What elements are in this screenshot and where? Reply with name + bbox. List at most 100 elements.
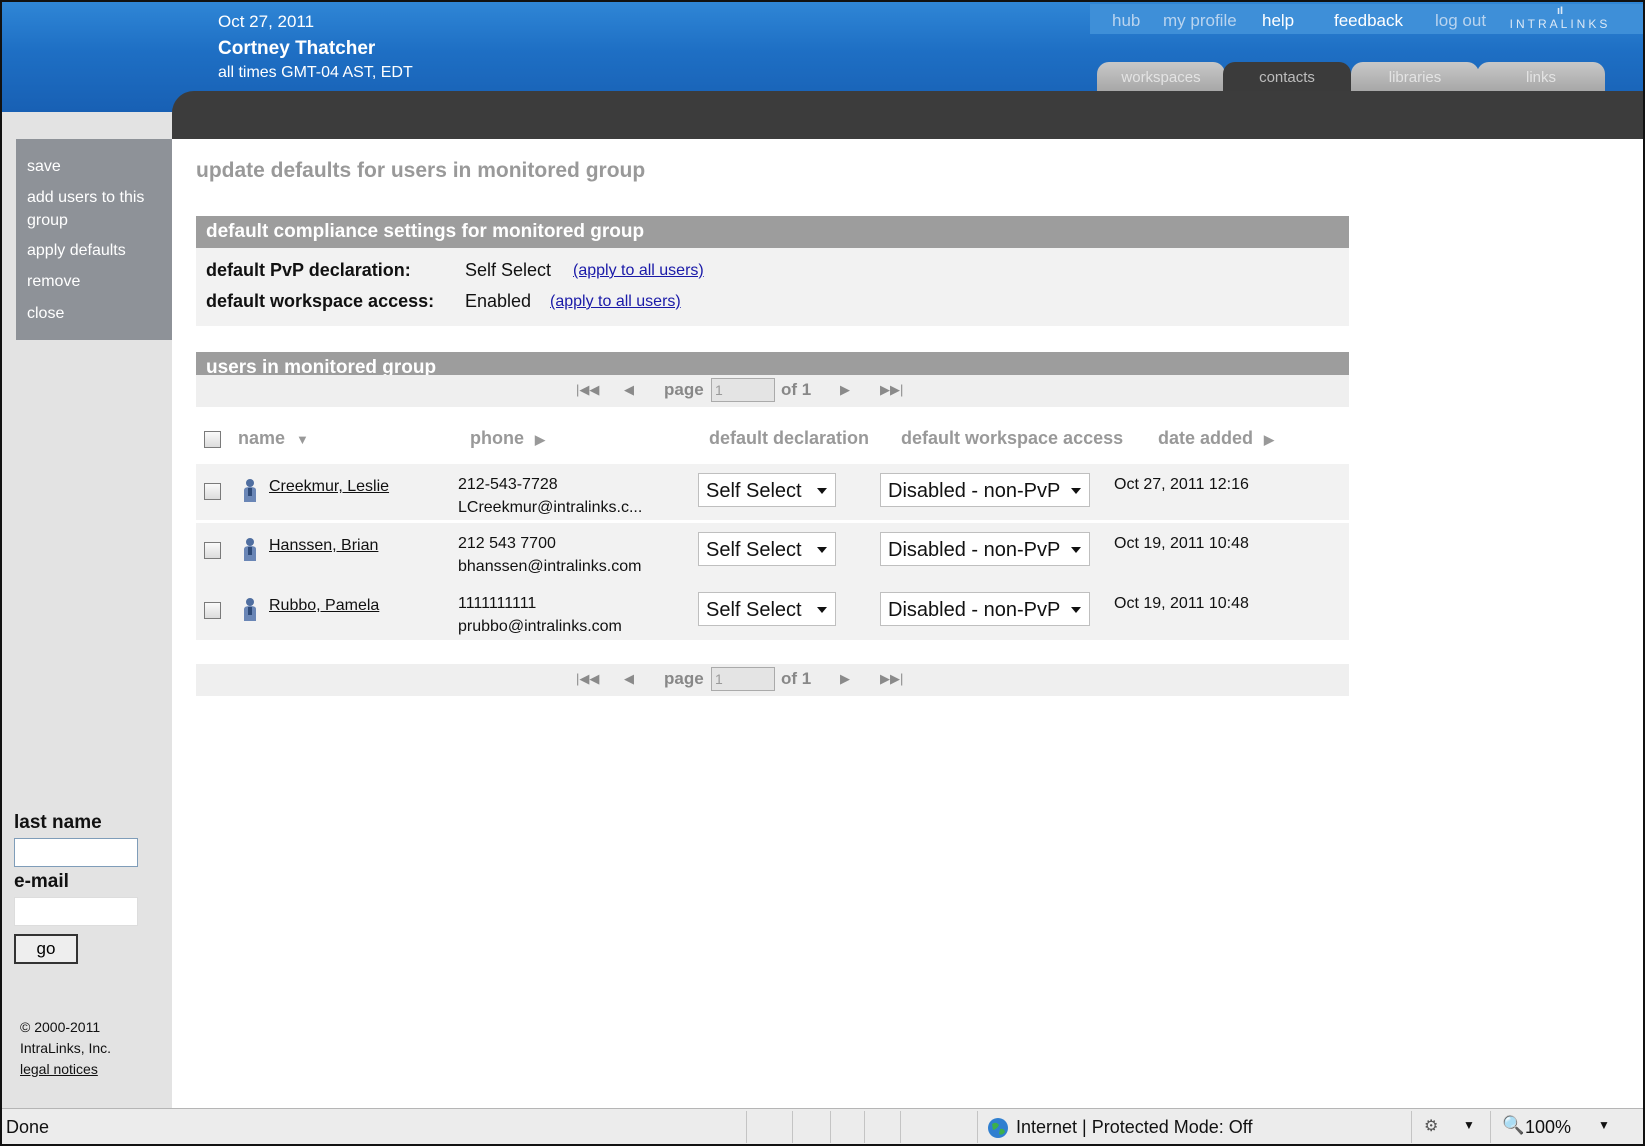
pager-top: |◀◀ ◀ page of 1 ▶ ▶▶| bbox=[196, 375, 1349, 407]
user-icon bbox=[244, 479, 256, 502]
compliance-section-header: default compliance settings for monitore… bbox=[196, 216, 1349, 248]
user-name-link[interactable]: Hanssen, Brian bbox=[269, 537, 378, 555]
intralinks-logo: ıΙ INTRALINKS bbox=[1505, 6, 1615, 36]
add-users-action[interactable]: add users to this group bbox=[27, 186, 167, 232]
user-email: bhanssen@intralinks.com bbox=[458, 558, 642, 575]
apply-pvp-link[interactable]: (apply to all users) bbox=[573, 262, 704, 280]
user-phone: 212-543-7728 bbox=[458, 476, 558, 493]
first-page-icon[interactable]: |◀◀ bbox=[576, 382, 599, 398]
tab-libraries[interactable]: libraries bbox=[1351, 62, 1479, 92]
workspace-access-select[interactable]: Disabled - non-PvP bbox=[880, 473, 1090, 507]
dropdown-arrow-icon bbox=[817, 547, 827, 553]
declaration-select[interactable]: Self Select bbox=[698, 592, 836, 626]
zoom-icon: 🔍 bbox=[1502, 1115, 1525, 1135]
dropdown-arrow-icon bbox=[1071, 547, 1081, 553]
sort-down-icon: ▼ bbox=[296, 432, 309, 447]
declaration-select[interactable]: Self Select bbox=[698, 532, 836, 566]
page-count: of 1 bbox=[781, 669, 812, 688]
page-label: page bbox=[664, 669, 704, 688]
column-declaration[interactable]: default declaration bbox=[709, 428, 869, 449]
declaration-select[interactable]: Self Select bbox=[698, 473, 836, 507]
page-count: of 1 bbox=[781, 380, 812, 399]
user-icon bbox=[244, 538, 256, 561]
legal-notices-link[interactable]: legal notices bbox=[20, 1059, 111, 1080]
dropdown-arrow-icon bbox=[1071, 607, 1081, 613]
column-date-added[interactable]: date added ▶ bbox=[1158, 428, 1274, 449]
feedback-link[interactable]: feedback bbox=[1334, 11, 1403, 31]
globe-icon bbox=[988, 1118, 1008, 1138]
dropdown-arrow-icon bbox=[817, 607, 827, 613]
tab-content-bar bbox=[172, 91, 1643, 139]
header-date: Oct 27, 2011 bbox=[218, 12, 315, 31]
remove-action[interactable]: remove bbox=[27, 270, 167, 293]
dropdown-arrow-icon bbox=[1071, 488, 1081, 494]
table-row: Hanssen, Brian 212 543 7700 bhanssen@int… bbox=[196, 523, 1349, 583]
protected-mode-icon[interactable]: ⚙ bbox=[1424, 1116, 1438, 1136]
workspace-access-value: Enabled bbox=[465, 291, 532, 311]
pvp-declaration-value: Self Select bbox=[465, 260, 552, 280]
page-number-input[interactable] bbox=[711, 378, 775, 402]
security-zone: Internet | Protected Mode: Off bbox=[1016, 1117, 1253, 1137]
save-action[interactable]: save bbox=[27, 155, 167, 178]
tab-links[interactable]: links bbox=[1477, 62, 1605, 92]
select-all-checkbox[interactable] bbox=[204, 431, 221, 448]
email-label: e-mail bbox=[14, 871, 69, 892]
prev-page-icon[interactable]: ◀ bbox=[624, 671, 634, 687]
go-button[interactable]: go bbox=[14, 934, 78, 964]
tab-contacts[interactable]: contacts bbox=[1223, 62, 1351, 92]
user-email: LCreekmur@intralinks.c... bbox=[458, 499, 643, 516]
pager-bottom: |◀◀ ◀ page of 1 ▶ ▶▶| bbox=[196, 664, 1349, 696]
header-info: Oct 27, 2011 Cortney Thatcher all times … bbox=[218, 12, 413, 82]
user-date-added: Oct 19, 2011 10:48 bbox=[1114, 595, 1249, 612]
workspace-access-label: default workspace access: bbox=[206, 291, 435, 311]
row-checkbox[interactable] bbox=[204, 602, 221, 619]
copyright: © 2000-2011 IntraLinks, Inc. legal notic… bbox=[20, 1017, 111, 1080]
column-phone[interactable]: phone ▶ bbox=[470, 428, 545, 449]
user-date-added: Oct 27, 2011 12:16 bbox=[1114, 476, 1249, 493]
my-profile-link[interactable]: my profile bbox=[1163, 11, 1237, 31]
last-page-icon[interactable]: ▶▶| bbox=[880, 671, 903, 687]
column-name[interactable]: name ▼ bbox=[238, 428, 309, 449]
sort-right-icon: ▶ bbox=[1264, 432, 1275, 447]
user-date-added: Oct 19, 2011 10:48 bbox=[1114, 535, 1249, 552]
row-checkbox[interactable] bbox=[204, 483, 221, 500]
sort-right-icon: ▶ bbox=[535, 432, 546, 447]
table-row: Rubbo, Pamela 1111111111 prubbo@intralin… bbox=[196, 583, 1349, 640]
workspace-access-select[interactable]: Disabled - non-PvP bbox=[880, 532, 1090, 566]
user-name-link[interactable]: Rubbo, Pamela bbox=[269, 597, 379, 615]
help-link[interactable]: help bbox=[1262, 11, 1294, 31]
page-title: update defaults for users in monitored g… bbox=[196, 159, 646, 182]
column-access[interactable]: default workspace access bbox=[901, 428, 1123, 449]
workspace-access-select[interactable]: Disabled - non-PvP bbox=[880, 592, 1090, 626]
page-number-input[interactable] bbox=[711, 667, 775, 691]
chevron-down-icon[interactable]: ▼ bbox=[1463, 1118, 1475, 1132]
next-page-icon[interactable]: ▶ bbox=[840, 671, 850, 687]
user-name-link[interactable]: Creekmur, Leslie bbox=[269, 478, 389, 496]
email-input[interactable] bbox=[14, 897, 138, 926]
prev-page-icon[interactable]: ◀ bbox=[624, 382, 634, 398]
sidebar: save add users to this group apply defau… bbox=[2, 112, 172, 1108]
header-timezone: all times GMT-04 AST, EDT bbox=[218, 64, 413, 81]
last-page-icon[interactable]: ▶▶| bbox=[880, 382, 903, 398]
apply-access-link[interactable]: (apply to all users) bbox=[550, 293, 681, 311]
last-name-input[interactable] bbox=[14, 838, 138, 867]
apply-defaults-action[interactable]: apply defaults bbox=[27, 239, 167, 262]
tab-workspaces[interactable]: workspaces bbox=[1097, 62, 1225, 92]
user-email: prubbo@intralinks.com bbox=[458, 618, 622, 635]
row-checkbox[interactable] bbox=[204, 542, 221, 559]
logo-mark-icon: ıΙ bbox=[1556, 5, 1564, 17]
status-text: Done bbox=[6, 1117, 50, 1137]
next-page-icon[interactable]: ▶ bbox=[840, 382, 850, 398]
last-name-label: last name bbox=[14, 812, 102, 833]
zoom-level[interactable]: 100% bbox=[1525, 1117, 1571, 1138]
first-page-icon[interactable]: |◀◀ bbox=[576, 671, 599, 687]
user-icon bbox=[244, 598, 256, 621]
close-action[interactable]: close bbox=[27, 302, 167, 325]
chevron-down-icon[interactable]: ▼ bbox=[1598, 1118, 1610, 1132]
log-out-link[interactable]: log out bbox=[1435, 11, 1486, 31]
action-menu: save add users to this group apply defau… bbox=[16, 139, 172, 340]
hub-link[interactable]: hub bbox=[1112, 11, 1140, 31]
pvp-declaration-label: default PvP declaration: bbox=[206, 260, 411, 280]
dropdown-arrow-icon bbox=[817, 488, 827, 494]
header-user-name: Cortney Thatcher bbox=[218, 38, 376, 59]
